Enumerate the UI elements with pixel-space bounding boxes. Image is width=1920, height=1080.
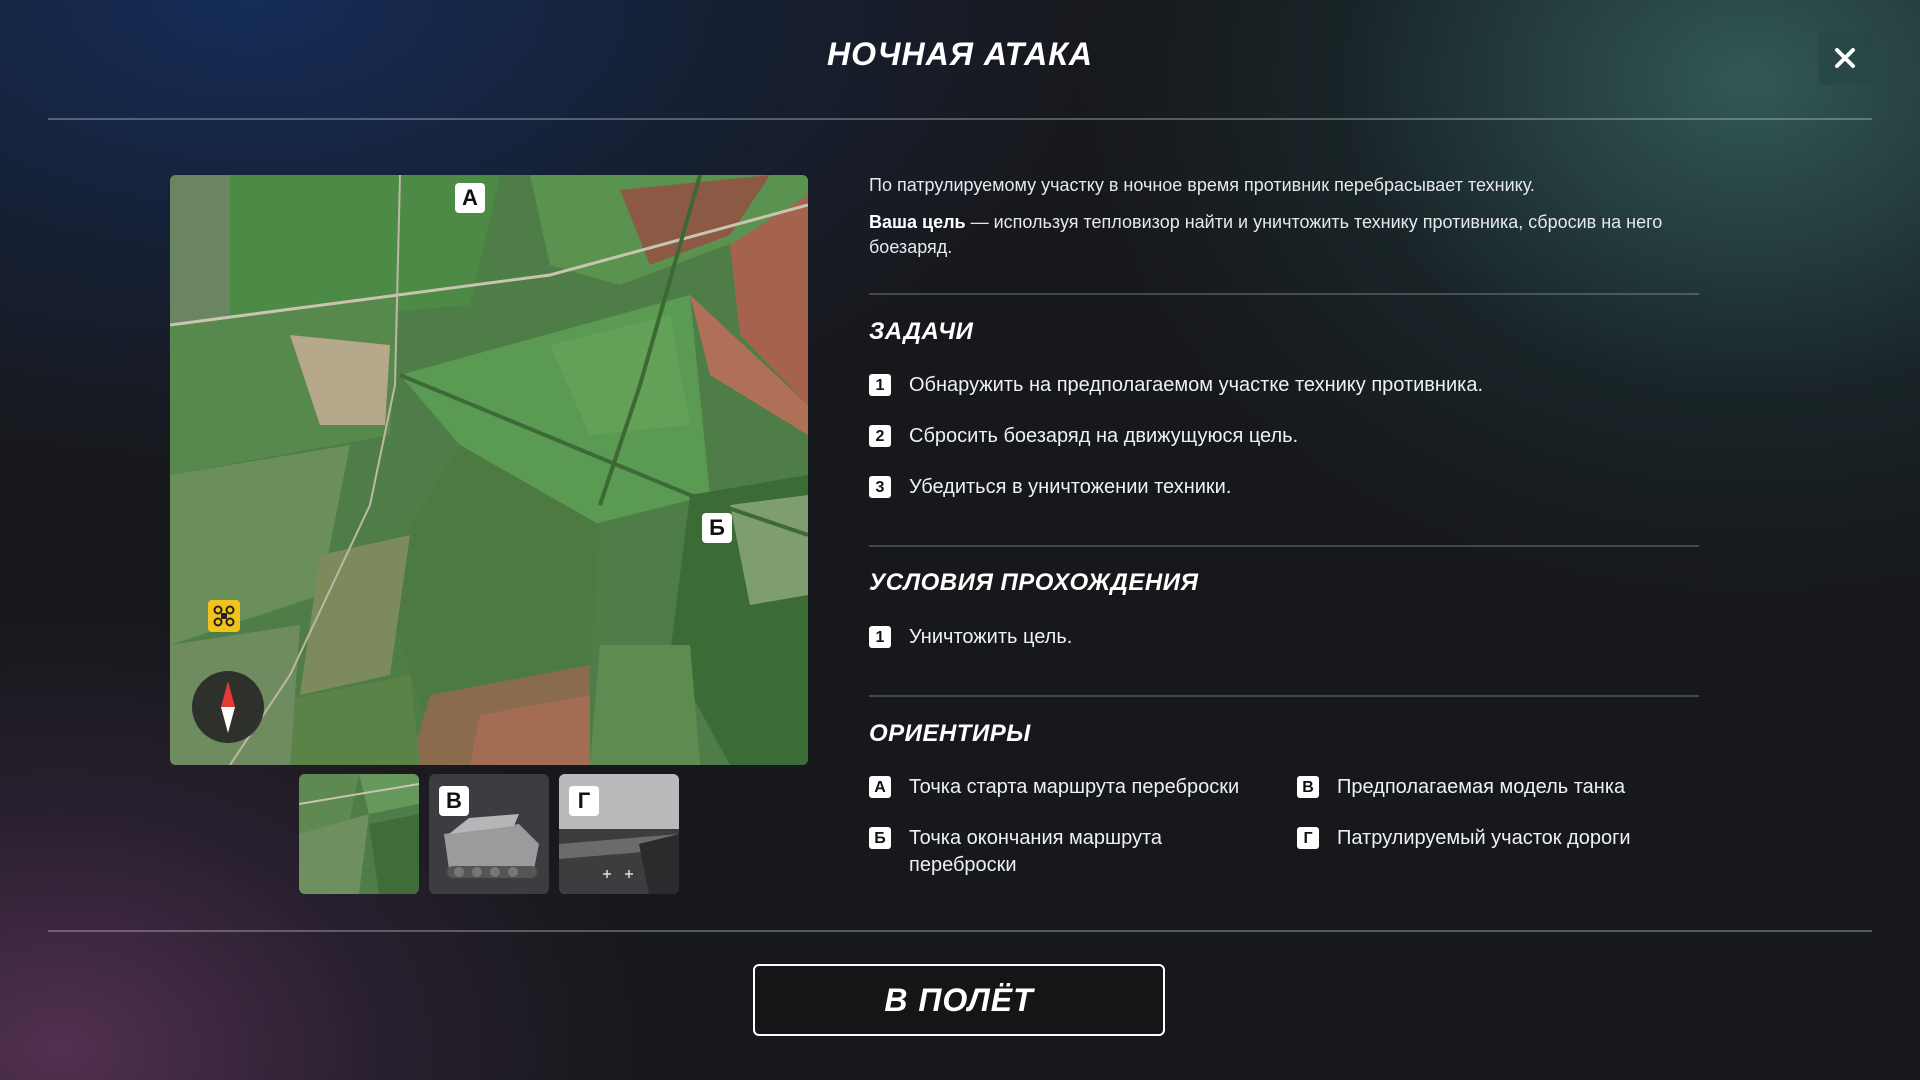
- condition-text: Уничтожить цель.: [909, 626, 1073, 648]
- landmark-text: Точка окончания маршрута переброски: [909, 827, 1163, 876]
- task-number: 2: [869, 425, 891, 447]
- condition-item: 1 Уничтожить цель.: [869, 624, 1072, 651]
- landmarks-title: ОРИЕНТИРЫ: [869, 720, 1031, 747]
- tasks-title: ЗАДАЧИ: [869, 318, 974, 345]
- thumbnail-road[interactable]: Г: [559, 774, 679, 894]
- header-divider: [48, 118, 1872, 120]
- thumbnail-map[interactable]: [299, 774, 419, 894]
- conditions-title: УСЛОВИЯ ПРОХОЖДЕНИЯ: [869, 569, 1199, 596]
- landmark-text: Точка старта маршрута переброски: [909, 776, 1240, 798]
- map-marker-b[interactable]: Б: [702, 513, 732, 543]
- task-item: 3 Убедиться в уничтожении техники.: [869, 474, 1231, 501]
- divider-tasks: [869, 293, 1699, 295]
- condition-number: 1: [869, 626, 891, 648]
- landmark-item: В Предполагаемая модель танка: [1297, 774, 1717, 801]
- divider-conditions: [869, 545, 1699, 547]
- landmark-key: Б: [869, 827, 891, 849]
- landmark-item: А Точка старта маршрута переброски: [869, 774, 1279, 801]
- thumbnail-marker-g: Г: [569, 786, 599, 816]
- compass-icon: [192, 671, 264, 743]
- landmark-text: Патрулируемый участок дороги: [1337, 827, 1631, 849]
- thumbnail-tank[interactable]: В: [429, 774, 549, 894]
- landmark-key: А: [869, 776, 891, 798]
- landmark-text: Предполагаемая модель танка: [1337, 776, 1626, 798]
- goal-label: Ваша цель: [869, 212, 966, 232]
- landmark-key: В: [1297, 776, 1319, 798]
- mission-title: НОЧНАЯ АТАКА: [827, 36, 1093, 72]
- description-goal: Ваша цель — используя тепловизор найти и…: [869, 210, 1709, 260]
- map-terrain: [170, 175, 808, 765]
- task-number: 1: [869, 374, 891, 396]
- thumbnail-strip: В Г: [299, 774, 679, 894]
- divider-landmarks: [869, 695, 1699, 697]
- task-text: Обнаружить на предполагаемом участке тех…: [909, 374, 1484, 396]
- landmark-item: Б Точка окончания маршрута переброски: [869, 825, 1209, 879]
- task-item: 1 Обнаружить на предполагаемом участке т…: [869, 372, 1483, 399]
- mission-description: По патрулируемому участку в ночное время…: [869, 173, 1709, 272]
- close-button[interactable]: [1818, 31, 1872, 85]
- task-text: Сбросить боезаряд на движущуюся цель.: [909, 425, 1299, 447]
- mission-map[interactable]: А Б: [170, 175, 808, 765]
- thumbnail-marker-v: В: [439, 786, 469, 816]
- map-marker-a[interactable]: А: [455, 183, 485, 213]
- footer-divider: [48, 930, 1872, 932]
- task-item: 2 Сбросить боезаряд на движущуюся цель.: [869, 423, 1298, 450]
- description-intro: По патрулируемому участку в ночное время…: [869, 175, 1535, 195]
- goal-text: — используя тепловизор найти и уничтожит…: [869, 212, 1663, 257]
- start-flight-button[interactable]: В ПОЛЁТ: [753, 964, 1165, 1036]
- thumbnail-map-image: [299, 774, 419, 894]
- close-icon: [1835, 48, 1855, 68]
- drone-icon: [208, 600, 240, 632]
- task-text: Убедиться в уничтожении техники.: [909, 476, 1232, 498]
- task-number: 3: [869, 476, 891, 498]
- landmark-item: Г Патрулируемый участок дороги: [1297, 825, 1717, 852]
- landmark-key: Г: [1297, 827, 1319, 849]
